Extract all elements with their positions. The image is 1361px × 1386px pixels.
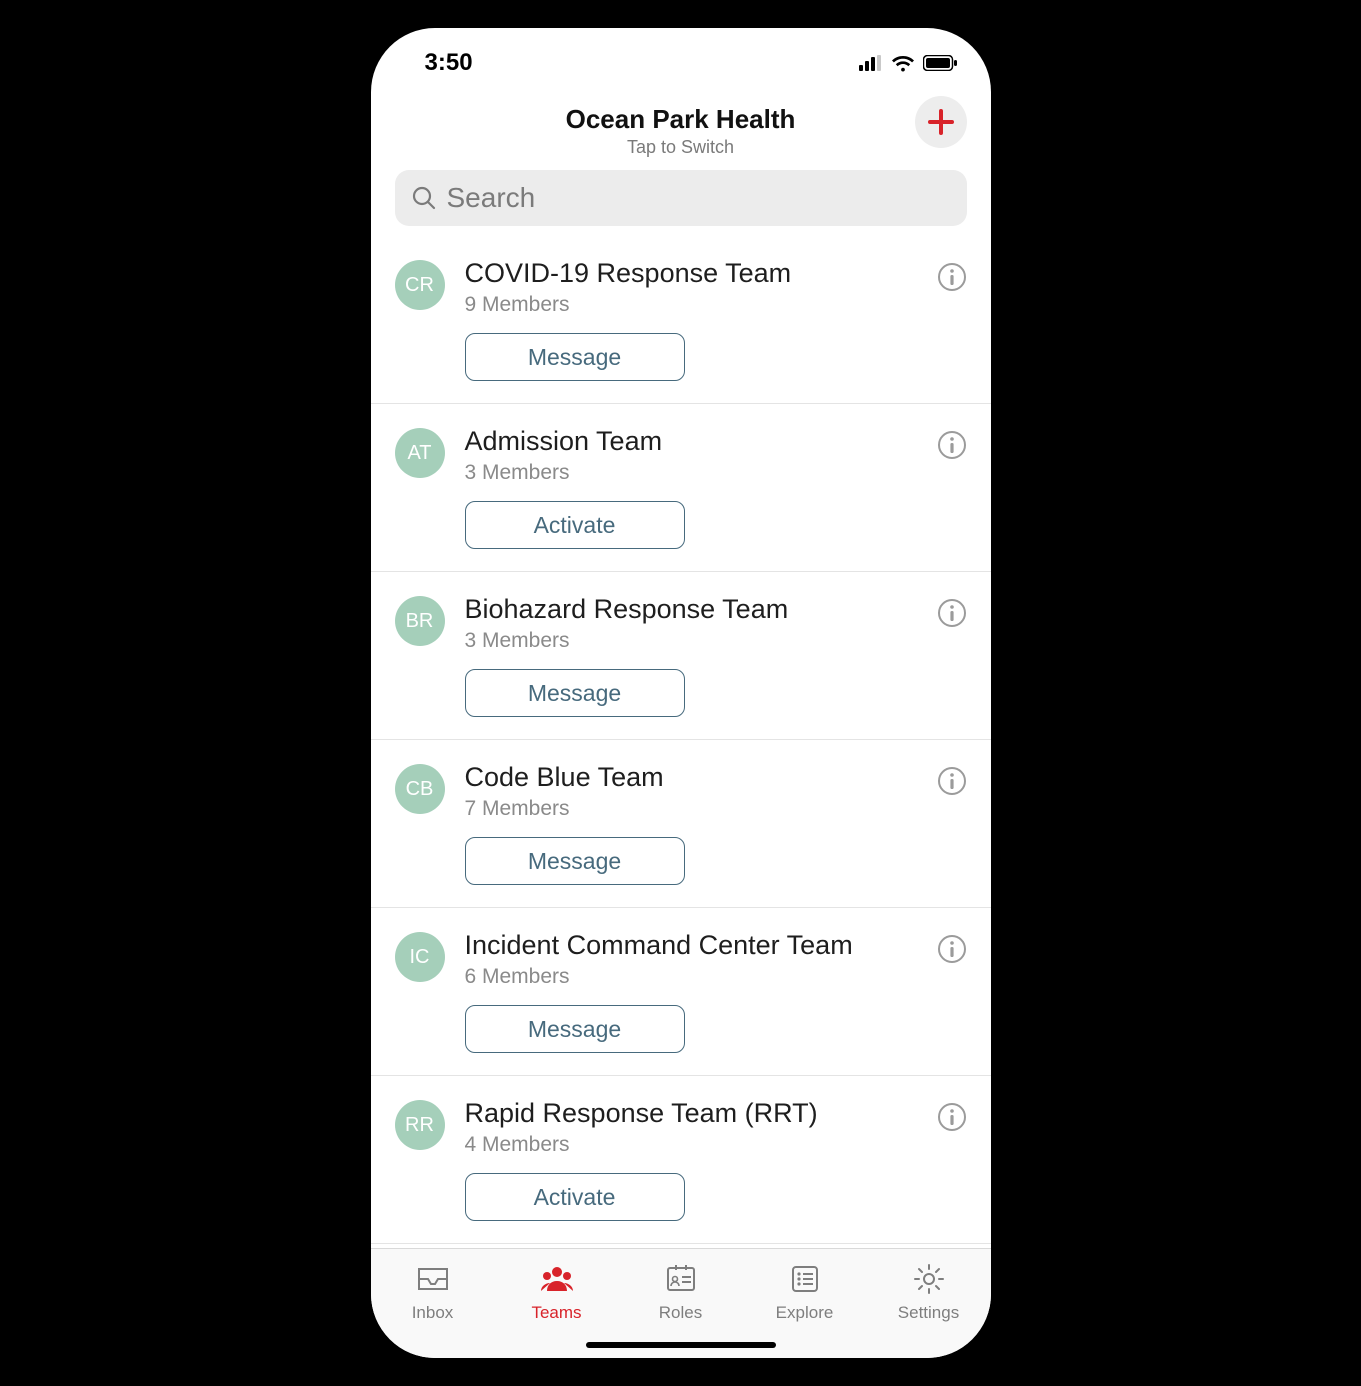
status-time: 3:50 (425, 49, 473, 77)
team-members-count: 3 Members (465, 629, 967, 653)
team-row[interactable]: RR Rapid Response Team (RRT) 4 Members Acti… (371, 1076, 991, 1244)
plus-icon (927, 108, 955, 136)
org-subtitle: Tap to Switch (566, 137, 796, 158)
team-name: Biohazard Response Team (465, 594, 967, 625)
activate-button[interactable]: Activate (465, 1173, 685, 1221)
team-name: Code Blue Team (465, 762, 967, 793)
tab-label: Teams (531, 1303, 581, 1323)
info-icon (937, 766, 967, 796)
team-content: Rapid Response Team (RRT) 4 Members Activa… (465, 1098, 967, 1221)
header: Ocean Park Health Tap to Switch (371, 86, 991, 164)
tab-label: Settings (898, 1303, 959, 1323)
team-avatar: CR (395, 260, 445, 310)
team-row[interactable]: BR Biohazard Response Team 3 Members Messag… (371, 572, 991, 740)
info-button[interactable] (937, 430, 967, 460)
info-button[interactable] (937, 766, 967, 796)
status-indicators (859, 54, 957, 72)
team-members-count: 4 Members (465, 1133, 967, 1157)
team-members-count: 7 Members (465, 797, 967, 821)
team-name: COVID-19 Response Team (465, 258, 967, 289)
message-button[interactable]: Message (465, 669, 685, 717)
message-button[interactable]: Message (465, 1005, 685, 1053)
add-button[interactable] (915, 96, 967, 148)
team-name: Admission Team (465, 426, 967, 457)
team-members-count: 6 Members (465, 965, 967, 989)
tab-label: Explore (776, 1303, 834, 1323)
home-indicator (586, 1342, 776, 1348)
team-row[interactable]: AT Admission Team 3 Members Activate (371, 404, 991, 572)
search-field[interactable] (395, 170, 967, 226)
inbox-icon (413, 1259, 453, 1299)
team-list[interactable]: CR COVID-19 Response Team 9 Members Message… (371, 236, 991, 1248)
team-content: Biohazard Response Team 3 Members Message (465, 594, 967, 717)
info-icon (937, 1102, 967, 1132)
teams-icon (537, 1259, 577, 1299)
team-content: Code Blue Team 7 Members Message (465, 762, 967, 885)
battery-icon (923, 55, 957, 71)
roles-icon (661, 1259, 701, 1299)
info-icon (937, 934, 967, 964)
info-button[interactable] (937, 262, 967, 292)
info-button[interactable] (937, 934, 967, 964)
search-icon (411, 185, 437, 211)
team-row[interactable]: STSepsis Team (371, 1244, 991, 1248)
team-row[interactable]: CR COVID-19 Response Team 9 Members Message (371, 236, 991, 404)
team-row[interactable]: CB Code Blue Team 7 Members Message (371, 740, 991, 908)
team-content: COVID-19 Response Team 9 Members Message (465, 258, 967, 381)
tab-settings[interactable]: Settings (867, 1249, 991, 1358)
team-avatar: AT (395, 428, 445, 478)
team-avatar: IC (395, 932, 445, 982)
settings-icon (909, 1259, 949, 1299)
info-icon (937, 430, 967, 460)
explore-icon (785, 1259, 825, 1299)
team-members-count: 9 Members (465, 293, 967, 317)
activate-button[interactable]: Activate (465, 501, 685, 549)
org-switcher[interactable]: Ocean Park Health Tap to Switch (566, 104, 796, 158)
org-title: Ocean Park Health (566, 104, 796, 135)
team-row[interactable]: IC Incident Command Center Team 6 Members M… (371, 908, 991, 1076)
team-avatar: CB (395, 764, 445, 814)
team-content: Incident Command Center Team 6 Members Mes… (465, 930, 967, 1053)
search-container (371, 164, 991, 236)
tab-inbox[interactable]: Inbox (371, 1249, 495, 1358)
message-button[interactable]: Message (465, 837, 685, 885)
info-button[interactable] (937, 1102, 967, 1132)
tab-label: Roles (659, 1303, 702, 1323)
team-avatar: RR (395, 1100, 445, 1150)
team-content: Admission Team 3 Members Activate (465, 426, 967, 549)
team-avatar: BR (395, 596, 445, 646)
tab-label: Inbox (412, 1303, 454, 1323)
cellular-icon (859, 55, 883, 71)
info-icon (937, 262, 967, 292)
team-name: Rapid Response Team (RRT) (465, 1098, 967, 1129)
phone-frame: 3:50 Ocean Park Health Tap to Switch CRC… (371, 28, 991, 1358)
team-name: Incident Command Center Team (465, 930, 967, 961)
info-button[interactable] (937, 598, 967, 628)
info-icon (937, 598, 967, 628)
status-bar: 3:50 (371, 28, 991, 86)
search-input[interactable] (447, 182, 951, 214)
wifi-icon (891, 54, 915, 72)
message-button[interactable]: Message (465, 333, 685, 381)
team-members-count: 3 Members (465, 461, 967, 485)
